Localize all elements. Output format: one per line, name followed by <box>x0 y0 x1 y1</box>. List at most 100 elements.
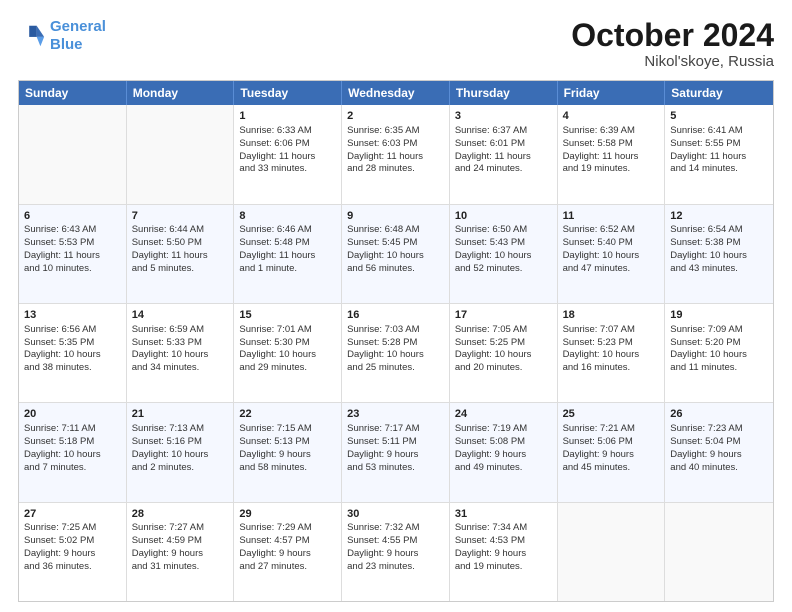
day-info-line: Sunrise: 6:48 AM <box>347 224 444 237</box>
day-cell-31: 31Sunrise: 7:34 AMSunset: 4:53 PMDayligh… <box>450 503 558 601</box>
day-info-line: Sunrise: 7:03 AM <box>347 324 444 337</box>
day-number: 29 <box>239 507 336 522</box>
day-cell-14: 14Sunrise: 6:59 AMSunset: 5:33 PMDayligh… <box>127 304 235 402</box>
day-info-line: Daylight: 11 hours <box>132 250 229 263</box>
day-info-line: Daylight: 11 hours <box>455 151 552 164</box>
day-info-line: Sunrise: 6:37 AM <box>455 125 552 138</box>
day-info-line: Sunrise: 7:32 AM <box>347 522 444 535</box>
header-day-saturday: Saturday <box>665 81 773 105</box>
calendar-row-1: 1Sunrise: 6:33 AMSunset: 6:06 PMDaylight… <box>19 105 773 203</box>
calendar: SundayMondayTuesdayWednesdayThursdayFrid… <box>18 80 774 602</box>
day-info-line: Daylight: 10 hours <box>24 449 121 462</box>
day-info-line: Sunrise: 7:21 AM <box>563 423 660 436</box>
empty-cell <box>558 503 666 601</box>
empty-cell <box>665 503 773 601</box>
day-number: 23 <box>347 407 444 422</box>
day-info-line: Sunset: 4:59 PM <box>132 535 229 548</box>
calendar-body: 1Sunrise: 6:33 AMSunset: 6:06 PMDaylight… <box>19 105 773 601</box>
day-number: 11 <box>563 209 660 224</box>
day-cell-22: 22Sunrise: 7:15 AMSunset: 5:13 PMDayligh… <box>234 403 342 501</box>
calendar-row-5: 27Sunrise: 7:25 AMSunset: 5:02 PMDayligh… <box>19 502 773 601</box>
day-info-line: Daylight: 9 hours <box>132 548 229 561</box>
day-info-line: Sunset: 4:53 PM <box>455 535 552 548</box>
day-cell-15: 15Sunrise: 7:01 AMSunset: 5:30 PMDayligh… <box>234 304 342 402</box>
day-cell-13: 13Sunrise: 6:56 AMSunset: 5:35 PMDayligh… <box>19 304 127 402</box>
empty-cell <box>127 105 235 203</box>
logo-line1: General <box>50 18 106 35</box>
day-cell-10: 10Sunrise: 6:50 AMSunset: 5:43 PMDayligh… <box>450 205 558 303</box>
day-info-line: Daylight: 9 hours <box>239 548 336 561</box>
day-info-line: Sunrise: 6:59 AM <box>132 324 229 337</box>
day-info-line: and 20 minutes. <box>455 362 552 375</box>
day-info-line: and 45 minutes. <box>563 462 660 475</box>
day-info-line: Sunrise: 6:41 AM <box>670 125 768 138</box>
day-info-line: Sunset: 6:03 PM <box>347 138 444 151</box>
calendar-title: October 2024 <box>571 18 774 53</box>
day-info-line: Sunrise: 6:56 AM <box>24 324 121 337</box>
day-cell-21: 21Sunrise: 7:13 AMSunset: 5:16 PMDayligh… <box>127 403 235 501</box>
day-info-line: Sunrise: 6:46 AM <box>239 224 336 237</box>
day-info-line: Sunrise: 7:05 AM <box>455 324 552 337</box>
day-info-line: Sunset: 5:23 PM <box>563 337 660 350</box>
day-info-line: Sunrise: 7:23 AM <box>670 423 768 436</box>
day-info-line: Sunrise: 7:11 AM <box>24 423 121 436</box>
day-info-line: and 10 minutes. <box>24 263 121 276</box>
day-number: 14 <box>132 308 229 323</box>
day-info-line: and 33 minutes. <box>239 163 336 176</box>
header: General Blue October 2024 Nikol'skoye, R… <box>18 18 774 70</box>
day-number: 1 <box>239 109 336 124</box>
day-cell-12: 12Sunrise: 6:54 AMSunset: 5:38 PMDayligh… <box>665 205 773 303</box>
day-cell-7: 7Sunrise: 6:44 AMSunset: 5:50 PMDaylight… <box>127 205 235 303</box>
day-info-line: Daylight: 11 hours <box>347 151 444 164</box>
calendar-header-row: SundayMondayTuesdayWednesdayThursdayFrid… <box>19 81 773 105</box>
day-info-line: Daylight: 10 hours <box>239 349 336 362</box>
day-info-line: Daylight: 10 hours <box>670 349 768 362</box>
title-block: October 2024 Nikol'skoye, Russia <box>571 18 774 70</box>
day-info-line: Sunset: 5:40 PM <box>563 237 660 250</box>
day-cell-25: 25Sunrise: 7:21 AMSunset: 5:06 PMDayligh… <box>558 403 666 501</box>
day-info-line: Daylight: 10 hours <box>563 349 660 362</box>
day-cell-9: 9Sunrise: 6:48 AMSunset: 5:45 PMDaylight… <box>342 205 450 303</box>
day-info-line: Sunset: 5:43 PM <box>455 237 552 250</box>
day-number: 26 <box>670 407 768 422</box>
day-info-line: and 24 minutes. <box>455 163 552 176</box>
day-number: 6 <box>24 209 121 224</box>
logo-icon <box>18 22 46 50</box>
day-cell-17: 17Sunrise: 7:05 AMSunset: 5:25 PMDayligh… <box>450 304 558 402</box>
day-info-line: Sunset: 5:53 PM <box>24 237 121 250</box>
day-info-line: and 16 minutes. <box>563 362 660 375</box>
day-cell-1: 1Sunrise: 6:33 AMSunset: 6:06 PMDaylight… <box>234 105 342 203</box>
day-info-line: Sunset: 5:04 PM <box>670 436 768 449</box>
day-info-line: Sunrise: 7:27 AM <box>132 522 229 535</box>
day-cell-26: 26Sunrise: 7:23 AMSunset: 5:04 PMDayligh… <box>665 403 773 501</box>
day-info-line: and 19 minutes. <box>563 163 660 176</box>
day-info-line: Daylight: 9 hours <box>563 449 660 462</box>
empty-cell <box>19 105 127 203</box>
day-info-line: and 52 minutes. <box>455 263 552 276</box>
day-info-line: Sunrise: 7:19 AM <box>455 423 552 436</box>
day-info-line: Daylight: 10 hours <box>132 349 229 362</box>
day-info-line: Sunrise: 7:25 AM <box>24 522 121 535</box>
day-info-line: and 56 minutes. <box>347 263 444 276</box>
logo-line2: Blue <box>50 36 83 53</box>
day-info-line: Sunset: 5:45 PM <box>347 237 444 250</box>
day-cell-20: 20Sunrise: 7:11 AMSunset: 5:18 PMDayligh… <box>19 403 127 501</box>
day-info-line: Sunset: 5:58 PM <box>563 138 660 151</box>
day-info-line: Daylight: 9 hours <box>670 449 768 462</box>
header-day-wednesday: Wednesday <box>342 81 450 105</box>
day-info-line: Sunset: 6:01 PM <box>455 138 552 151</box>
day-number: 15 <box>239 308 336 323</box>
day-cell-27: 27Sunrise: 7:25 AMSunset: 5:02 PMDayligh… <box>19 503 127 601</box>
day-info-line: and 5 minutes. <box>132 263 229 276</box>
header-day-friday: Friday <box>558 81 666 105</box>
day-info-line: Sunrise: 7:17 AM <box>347 423 444 436</box>
day-info-line: Sunset: 5:16 PM <box>132 436 229 449</box>
day-info-line: Sunrise: 6:43 AM <box>24 224 121 237</box>
day-info-line: Daylight: 10 hours <box>132 449 229 462</box>
day-info-line: and 34 minutes. <box>132 362 229 375</box>
day-info-line: and 11 minutes. <box>670 362 768 375</box>
day-info-line: Daylight: 10 hours <box>563 250 660 263</box>
day-cell-4: 4Sunrise: 6:39 AMSunset: 5:58 PMDaylight… <box>558 105 666 203</box>
header-day-thursday: Thursday <box>450 81 558 105</box>
day-number: 2 <box>347 109 444 124</box>
